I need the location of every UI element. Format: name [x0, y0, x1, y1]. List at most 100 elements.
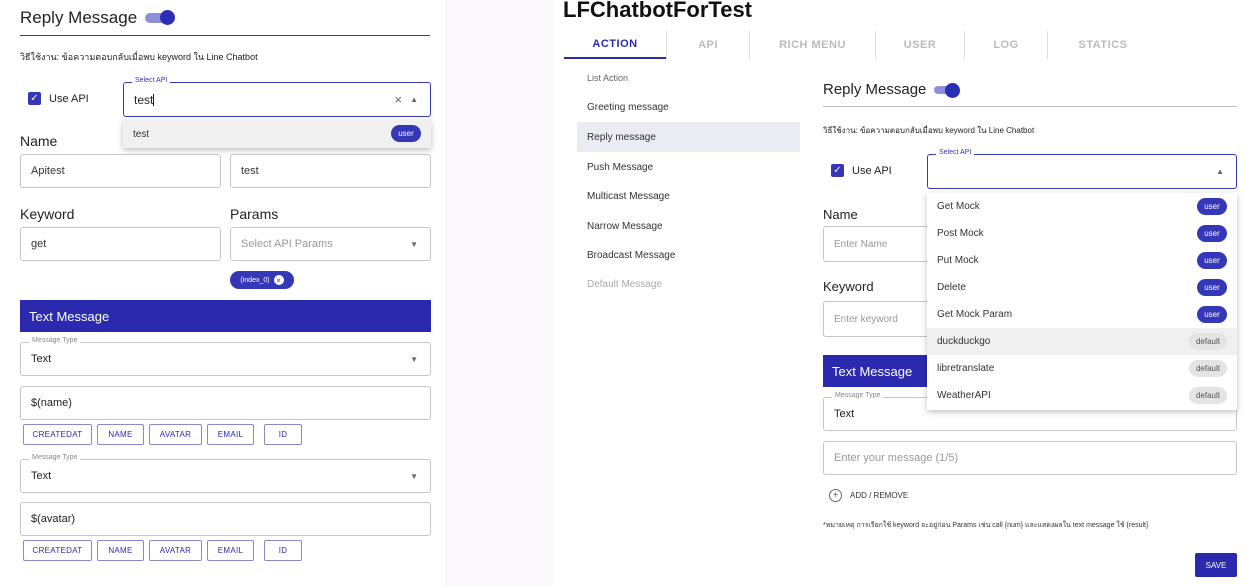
api-option-weatherapi[interactable]: WeatherAPI default [927, 382, 1237, 409]
default-badge: default [1189, 333, 1227, 350]
tab-api[interactable]: API [667, 31, 749, 59]
option-label: Put Mock [937, 255, 979, 266]
tab-log[interactable]: LOG [965, 31, 1047, 59]
tab-action[interactable]: ACTION [564, 31, 666, 59]
divider [823, 106, 1237, 107]
select-api-input[interactable]: Select API ▲ [927, 149, 1237, 189]
left-panel: Reply Message วิธีใช้งาน: ข้อความตอบกลับ… [0, 0, 445, 586]
tab-statics[interactable]: STATICS [1048, 31, 1158, 59]
option-label: WeatherAPI [937, 390, 991, 401]
message-input-2[interactable]: $(avatar) [20, 502, 431, 536]
chevron-down-icon[interactable]: ▼ [410, 472, 418, 481]
tab-bar: ACTION API RICH MENU USER LOG STATICS [564, 31, 1158, 59]
message-type-legend: Message Type [29, 337, 81, 344]
avatar-button[interactable]: AVATAR [149, 540, 202, 561]
reply-toggle[interactable] [145, 10, 176, 25]
id-button[interactable]: ID [264, 424, 302, 445]
use-api-label: Use API [49, 92, 89, 105]
add-icon: + [829, 489, 842, 502]
name-value: Apitest [31, 165, 65, 177]
default-badge: default [1189, 387, 1227, 404]
email-button[interactable]: EMAIL [207, 540, 254, 561]
sidebar-item-greeting[interactable]: Greeting message [577, 93, 800, 122]
sidebar-item-narrow[interactable]: Narrow Message [577, 211, 800, 241]
sidebar-item-push[interactable]: Push Message [577, 152, 800, 182]
keyword-placeholder: Enter keyword [834, 313, 898, 325]
name-input[interactable]: Apitest [20, 154, 221, 188]
api-option-libretranslate[interactable]: libretranslate default [927, 355, 1237, 382]
text-cursor [153, 93, 155, 106]
api-option-get-mock[interactable]: Get Mock user [927, 193, 1237, 220]
name-placeholder: Enter Name [834, 238, 888, 250]
name-button[interactable]: NAME [97, 540, 144, 561]
select-api-value: test [134, 92, 154, 107]
reply-message-title: Reply Message [20, 8, 176, 28]
params-placeholder: Select API Params [241, 238, 333, 250]
user-badge: user [1197, 225, 1227, 242]
usage-text: วิธีใช้งาน: ข้อความตอบกลับเมื่อพบ keywor… [20, 52, 258, 62]
email-button[interactable]: EMAIL [207, 424, 254, 445]
sidebar-item-multicast[interactable]: Multicast Message [577, 182, 800, 211]
second-input[interactable]: test [230, 154, 431, 188]
message-value-1: $(name) [31, 397, 72, 409]
variable-buttons-2: CREATEDAT NAME AVATAR EMAIL ID [23, 540, 302, 561]
sidebar-item-reply[interactable]: Reply message [577, 122, 800, 152]
use-api-checkbox[interactable]: ✓ Use API [28, 92, 89, 105]
title-text: Reply Message [823, 81, 927, 98]
option-label: libretranslate [937, 363, 995, 374]
sidebar-header: List Action [587, 73, 629, 83]
params-select[interactable]: Select API Params ▼ [230, 227, 431, 261]
message-input[interactable]: Enter your message (1/5) [823, 441, 1237, 475]
add-remove-button[interactable]: + ADD / REMOVE [829, 489, 908, 502]
api-dropdown: test user [123, 120, 431, 148]
option-label: Get Mock [937, 201, 980, 212]
check-icon: ✓ [831, 164, 844, 177]
keyword-input[interactable]: get [20, 227, 221, 261]
name-input[interactable]: Enter Name [823, 226, 943, 262]
reply-message-title: Reply Message [823, 81, 961, 98]
avatar-button[interactable]: AVATAR [149, 424, 202, 445]
dropdown-option[interactable]: test user [123, 120, 431, 148]
createdat-button[interactable]: CREATEDAT [23, 540, 92, 561]
name-button[interactable]: NAME [97, 424, 144, 445]
message-type-select-1[interactable]: Message Type Text ▼ [20, 337, 431, 376]
remove-chip-icon[interactable]: × [273, 275, 284, 285]
sidebar: Greeting message Reply message Push Mess… [577, 93, 800, 299]
chevron-down-icon[interactable]: ▼ [410, 355, 418, 364]
id-button[interactable]: ID [264, 540, 302, 561]
clear-icon[interactable]: × [394, 92, 402, 107]
divider [20, 35, 430, 36]
api-dropdown: Get Mock user Post Mock user Put Mock us… [927, 193, 1237, 410]
param-chip[interactable]: (index_0) × [230, 271, 294, 289]
keyword-input[interactable]: Enter keyword [823, 301, 943, 337]
chevron-down-icon[interactable]: ▼ [410, 240, 418, 249]
message-type-value: Text [834, 408, 855, 420]
createdat-button[interactable]: CREATEDAT [23, 424, 92, 445]
select-api-input[interactable]: Select API test × ▲ [123, 77, 431, 117]
user-badge: user [391, 125, 421, 142]
title-text: Reply Message [20, 8, 138, 27]
message-type-select-2[interactable]: Message Type Text ▼ [20, 454, 431, 493]
option-label: Post Mock [937, 228, 984, 239]
api-option-delete[interactable]: Delete user [927, 274, 1237, 301]
reply-toggle[interactable] [934, 82, 961, 98]
api-option-post-mock[interactable]: Post Mock user [927, 220, 1237, 247]
api-option-duckduckgo[interactable]: duckduckgo default [927, 328, 1237, 355]
second-value: test [241, 165, 259, 177]
use-api-label: Use API [852, 164, 892, 177]
params-label: Params [230, 206, 279, 222]
api-option-put-mock[interactable]: Put Mock user [927, 247, 1237, 274]
tab-user[interactable]: USER [876, 31, 964, 59]
app-title: LFChatbotForTest [563, 0, 753, 22]
tab-rich-menu[interactable]: RICH MENU [750, 31, 875, 59]
option-label: Get Mock Param [937, 309, 1013, 320]
message-input-1[interactable]: $(name) [20, 386, 431, 420]
name-label: Name [20, 133, 58, 149]
text-message-header: Text Message [20, 300, 431, 332]
save-button[interactable]: SAVE [1195, 553, 1237, 577]
api-option-get-mock-param[interactable]: Get Mock Param user [927, 301, 1237, 328]
sidebar-item-broadcast[interactable]: Broadcast Message [577, 241, 800, 270]
chevron-up-icon[interactable]: ▲ [410, 95, 418, 104]
use-api-checkbox[interactable]: ✓ Use API [831, 164, 892, 177]
chevron-up-icon[interactable]: ▲ [1216, 167, 1224, 176]
